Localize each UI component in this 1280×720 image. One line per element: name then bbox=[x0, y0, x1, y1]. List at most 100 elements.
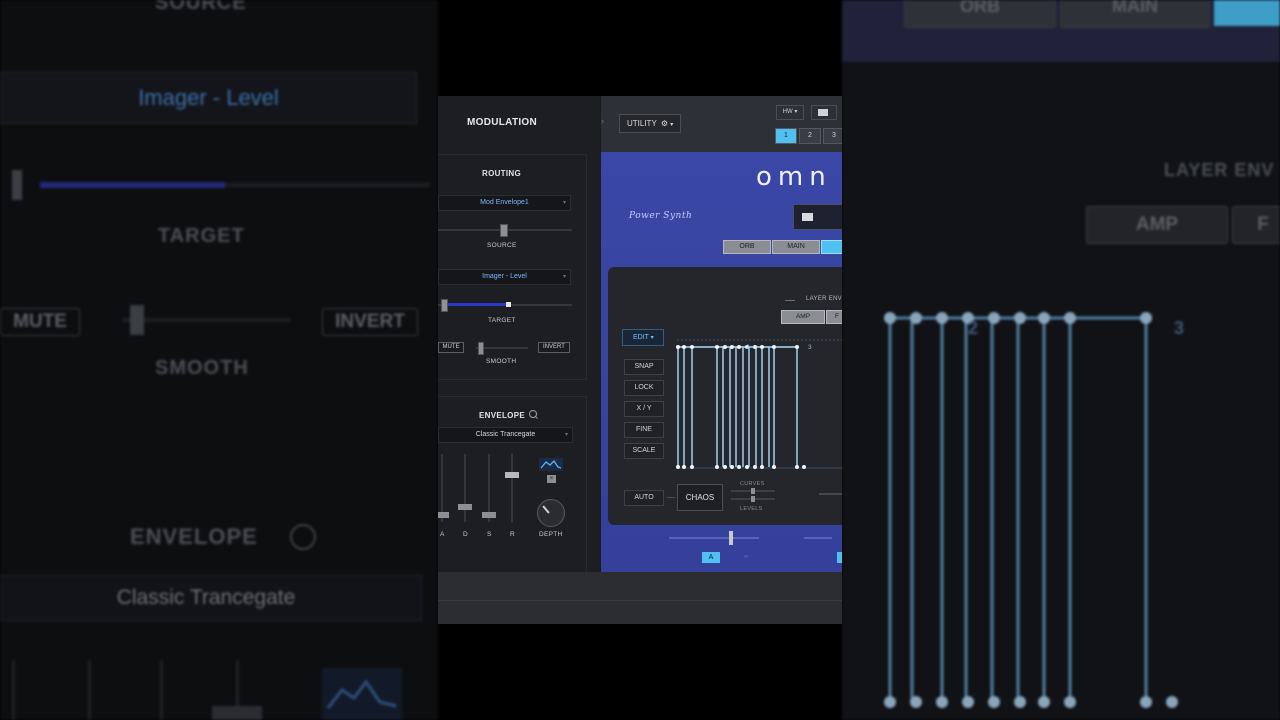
smooth-slider-thumb[interactable] bbox=[478, 342, 484, 355]
bg-orb-tab: ORB bbox=[904, 0, 1056, 28]
layer-slider[interactable] bbox=[669, 537, 759, 539]
utility-button[interactable]: UTILITY ⚙ ▾ bbox=[619, 114, 681, 133]
levels-slider-thumb[interactable] bbox=[751, 496, 755, 502]
mute-button[interactable]: MUTE bbox=[438, 342, 464, 353]
chevron-down-icon: ▾ bbox=[670, 122, 674, 128]
close-icon[interactable]: × bbox=[547, 475, 556, 483]
modulation-title: MODULATION bbox=[467, 117, 538, 128]
bg-target-dropdown: Imager - Level bbox=[0, 72, 417, 124]
point-label-3: 3 bbox=[808, 344, 812, 351]
amp-button[interactable]: AMP bbox=[781, 310, 825, 324]
xy-button[interactable]: X / Y bbox=[624, 401, 664, 417]
fader-sustain-thumb[interactable] bbox=[482, 512, 496, 518]
fader-decay-label: D bbox=[463, 531, 468, 538]
chevron-right-icon[interactable]: › bbox=[601, 116, 609, 132]
chevron-down-icon: ▾ bbox=[792, 109, 798, 115]
fader-sustain-label: S bbox=[487, 531, 492, 538]
fader-release-thumb[interactable] bbox=[505, 472, 519, 478]
bg-amp-button: AMP bbox=[1086, 206, 1228, 244]
snap-button[interactable]: SNAP bbox=[624, 359, 664, 375]
lock-button[interactable]: LOCK bbox=[624, 380, 664, 396]
curve-mode-icon[interactable] bbox=[539, 458, 563, 471]
smooth-label: SMOOTH bbox=[486, 358, 517, 365]
main-window: MODULATION ROUTING Mod Envelope1 ▾ SOURC… bbox=[438, 96, 842, 624]
tab-orb[interactable]: ORB bbox=[723, 240, 771, 254]
chevron-down-icon: ▾ bbox=[648, 335, 654, 341]
bg-target-label: TARGET bbox=[158, 225, 245, 247]
bg-fader-a bbox=[12, 660, 15, 720]
folder-button[interactable] bbox=[811, 105, 837, 120]
bg-point-label-3: 3 bbox=[1174, 318, 1186, 338]
layer-b-button[interactable] bbox=[837, 552, 842, 563]
gear-icon: ⚙ bbox=[660, 119, 669, 128]
synth-toolbar: › UTILITY ⚙ ▾ HW ▾ 1 2 3 bbox=[601, 96, 842, 152]
source-value: Mod Envelope1 bbox=[480, 199, 529, 206]
routing-title: ROUTING bbox=[482, 169, 521, 178]
bg-envelope-graph bbox=[884, 312, 1178, 708]
bg-fader-d bbox=[88, 660, 91, 720]
bg-preset-value: Classic Trancegate bbox=[116, 586, 296, 609]
auto-button[interactable]: AUTO bbox=[624, 490, 664, 506]
utility-label: UTILITY bbox=[627, 119, 657, 128]
bg-layer-env-label: LAYER ENV bbox=[1164, 160, 1275, 180]
fader-decay-track[interactable] bbox=[464, 454, 466, 522]
bg-mute-button: MUTE bbox=[0, 308, 80, 336]
envelope-preset-dropdown[interactable]: Classic Trancegate ▾ bbox=[438, 427, 573, 443]
layer-slider-right[interactable] bbox=[804, 537, 832, 539]
target-dropdown[interactable]: Imager - Level ▾ bbox=[438, 269, 571, 285]
target-value: Imager - Level bbox=[482, 273, 527, 280]
page-button-2[interactable]: 2 bbox=[799, 128, 821, 144]
depth-knob[interactable] bbox=[537, 499, 565, 527]
bg-fader-s bbox=[160, 660, 163, 720]
tab-active[interactable] bbox=[821, 240, 842, 254]
source-slider-thumb[interactable] bbox=[500, 224, 508, 237]
bg-invert-button: INVERT bbox=[322, 308, 418, 336]
bg-smooth-label: SMOOTH bbox=[155, 357, 249, 379]
curves-slider-thumb[interactable] bbox=[751, 488, 755, 494]
fader-attack-label: A bbox=[440, 531, 445, 538]
link-icon[interactable]: ∞ bbox=[744, 554, 758, 560]
target-slider-fill bbox=[446, 303, 508, 306]
depth-label: DEPTH bbox=[539, 531, 563, 538]
modulation-panel: MODULATION ROUTING Mod Envelope1 ▾ SOURC… bbox=[438, 96, 600, 573]
chevron-down-icon: ▾ bbox=[562, 200, 566, 206]
layer-slider-thumb[interactable] bbox=[729, 531, 733, 545]
env-slider-right[interactable] bbox=[819, 493, 842, 495]
tab-main[interactable]: MAIN bbox=[772, 240, 820, 254]
bg-main-tab: MAIN bbox=[1060, 0, 1210, 28]
fader-decay-thumb[interactable] bbox=[458, 504, 472, 510]
fine-button[interactable]: FINE bbox=[624, 422, 664, 438]
chaos-button[interactable]: CHAOS bbox=[677, 484, 723, 511]
hw-label: HW bbox=[782, 109, 793, 115]
fader-attack-thumb[interactable] bbox=[438, 512, 449, 518]
folder-icon bbox=[818, 109, 828, 116]
bg-point-label-2: 2 bbox=[968, 318, 980, 338]
envelope-graph[interactable] bbox=[673, 338, 842, 470]
fader-release-track[interactable] bbox=[511, 454, 513, 522]
target-slider-handle[interactable] bbox=[506, 302, 511, 307]
f-button[interactable]: F bbox=[826, 310, 842, 324]
source-dropdown[interactable]: Mod Envelope1 ▾ bbox=[438, 195, 571, 211]
hw-dropdown[interactable]: HW ▾ bbox=[776, 105, 804, 120]
scale-button[interactable]: SCALE bbox=[624, 443, 664, 459]
invert-button[interactable]: INVERT bbox=[538, 342, 570, 353]
target-slider-thumb[interactable] bbox=[441, 299, 448, 312]
page-button-3[interactable]: 3 bbox=[823, 128, 842, 144]
bg-smooth-thumb bbox=[130, 305, 144, 335]
target-label: TARGET bbox=[488, 317, 516, 324]
envelope-title: ENVELOPE bbox=[479, 411, 525, 420]
page-button-1[interactable]: 1 bbox=[775, 128, 797, 144]
bg-thumb bbox=[12, 170, 22, 200]
envelope-preset-value: Classic Trancegate bbox=[475, 431, 536, 438]
bg-f-button: F bbox=[1232, 206, 1280, 244]
background-left: SOURCE Imager - Level TARGET MUTE INVERT… bbox=[0, 0, 438, 720]
edit-label: EDIT bbox=[633, 334, 649, 341]
patch-browser-button[interactable] bbox=[793, 204, 842, 230]
layer-a-button[interactable]: A bbox=[702, 552, 720, 563]
depth-knob-indicator bbox=[542, 505, 550, 514]
background-right: ORB MAIN LAYER ENV AMP F 2 3 bbox=[842, 0, 1280, 720]
edit-dropdown[interactable]: EDIT ▾ bbox=[622, 329, 664, 346]
bg-preset-dropdown: Classic Trancegate bbox=[0, 575, 422, 621]
bg-track-fill bbox=[40, 182, 225, 188]
synth-panel: › UTILITY ⚙ ▾ HW ▾ 1 2 3 omn Power Synth… bbox=[601, 96, 842, 572]
